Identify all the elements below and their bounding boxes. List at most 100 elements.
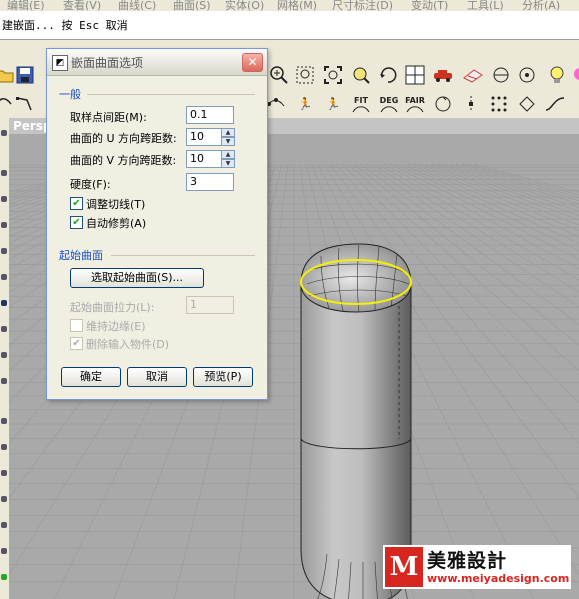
tool-icon[interactable] (1, 170, 7, 176)
start-surface-pull-label: 起始曲面拉力(L): (70, 301, 155, 314)
diamond-icon[interactable] (516, 93, 538, 115)
car-icon[interactable] (432, 64, 454, 86)
deg-button[interactable]: DEG (378, 93, 400, 115)
sample-spacing-label: 取样点间距(M): (70, 111, 147, 124)
menu-surface[interactable]: 曲面(S) (173, 0, 211, 11)
delete-input-label: 删除输入物件(D) (86, 338, 170, 351)
start-surface-pull-input[interactable]: 1 (186, 296, 234, 314)
watermark-logo: M 美雅設計 www.meiyadesign.com (383, 545, 571, 589)
menu-dimension[interactable]: 尺寸标注(D) (332, 0, 393, 11)
tool-icon[interactable] (1, 130, 7, 136)
tool-icon[interactable] (1, 444, 7, 450)
adjust-tangency-checkbox[interactable]: ✔ 调整切线(T) (70, 197, 190, 211)
spin-up-icon[interactable]: ▲ (221, 128, 235, 137)
preserve-edges-checkbox[interactable]: 维持边缘(E) (70, 319, 190, 333)
stiffness-label: 硬度(F): (70, 178, 111, 191)
tool-icon[interactable] (1, 574, 7, 580)
menu-solid[interactable]: 实体(O) (225, 0, 264, 11)
menu-transform[interactable]: 变动(T) (411, 0, 448, 11)
snap-icon[interactable] (516, 64, 538, 86)
tool-icon[interactable] (1, 248, 7, 254)
menu-edit[interactable]: 编辑(E) (7, 0, 45, 11)
u-span-value[interactable]: 10 (186, 128, 222, 146)
spin-up-icon[interactable]: ▲ (221, 150, 235, 159)
app-icon: ◩ (52, 55, 68, 71)
delete-input-checkbox[interactable]: ✔ 删除输入物件(D) (70, 337, 190, 351)
curve-tool-icon[interactable] (0, 93, 14, 115)
zoom-dynamic-icon[interactable] (350, 64, 372, 86)
preserve-edges-label: 维持边缘(E) (86, 320, 146, 333)
tool-icon[interactable] (1, 274, 7, 280)
spin-down-icon[interactable]: ▼ (221, 159, 235, 168)
preview-button[interactable]: 预览(P) (193, 367, 253, 387)
blend-curve-icon[interactable] (544, 93, 566, 115)
checkmark-icon: ✔ (70, 216, 83, 229)
checkmark-icon: ✔ (70, 197, 83, 210)
rebuild-icon[interactable] (432, 93, 454, 115)
sample-spacing-input[interactable]: 0.1 (186, 106, 234, 124)
dialog-title: 嵌面曲面选项 (71, 56, 144, 70)
section-divider (87, 94, 255, 95)
zoom-window-icon[interactable] (268, 64, 290, 86)
zoom-extents-icon[interactable] (322, 64, 344, 86)
point-grid-icon[interactable] (488, 93, 510, 115)
v-span-spinner[interactable]: 10 ▲ ▼ (186, 150, 237, 168)
spin-down-icon[interactable]: ▼ (221, 137, 235, 146)
fair-label: FAIR (405, 95, 425, 105)
tool-icon[interactable] (1, 196, 7, 202)
checkbox-empty-icon (70, 319, 83, 332)
tool-icon[interactable] (1, 470, 7, 476)
tool-icon[interactable] (1, 326, 7, 332)
auto-trim-label: 自动修剪(A) (86, 217, 147, 230)
section-starting-surface-label: 起始曲面 (59, 249, 103, 262)
ok-button[interactable]: 确定 (61, 367, 121, 387)
tool-icon[interactable] (1, 522, 7, 528)
tool-icon[interactable] (1, 378, 7, 384)
logo-url: www.meiyadesign.com (427, 572, 570, 585)
section-general-label: 一般 (59, 88, 81, 101)
polyline-tool-icon[interactable] (14, 93, 36, 115)
target-icon[interactable] (490, 64, 512, 86)
tool-icon[interactable] (1, 418, 7, 424)
select-start-surface-button[interactable]: 选取起始曲面(S)... (70, 268, 204, 288)
menu-view[interactable]: 查看(V) (63, 0, 101, 11)
tool-icon[interactable] (1, 222, 7, 228)
section-divider (111, 255, 255, 256)
zoom-selected-icon[interactable] (294, 64, 316, 86)
fit-label: FIT (354, 95, 368, 105)
fit-button[interactable]: FIT (350, 93, 372, 115)
auto-trim-checkbox[interactable]: ✔ 自动修剪(A) (70, 216, 190, 230)
v-span-label: 曲面的 V 方向跨距数: (70, 154, 177, 167)
command-prompt[interactable]: 建嵌面... 按 Esc 取消 (0, 11, 579, 40)
stiffness-input[interactable]: 3 (186, 173, 234, 191)
menu-tools[interactable]: 工具(L) (467, 0, 504, 11)
person-tool-icon[interactable]: 🏃 (294, 93, 316, 115)
menu-curve[interactable]: 曲线(C) (118, 0, 156, 11)
fair-button[interactable]: FAIR (404, 93, 426, 115)
cancel-button[interactable]: 取消 (127, 367, 187, 387)
checkmark-icon: ✔ (70, 337, 83, 350)
insert-knot-icon[interactable] (460, 93, 482, 115)
logo-mark: M (385, 547, 423, 587)
menu-mesh[interactable]: 网格(M) (277, 0, 317, 11)
v-span-value[interactable]: 10 (186, 150, 222, 168)
lightbulb-icon[interactable] (546, 64, 568, 86)
tool-icon[interactable] (1, 548, 7, 554)
close-button[interactable]: ✕ (242, 53, 263, 72)
save-icon[interactable] (14, 64, 36, 86)
rotate-view-icon[interactable] (377, 64, 399, 86)
tool-icon[interactable] (1, 496, 7, 502)
dialog-title-bar[interactable]: ◩ 嵌面曲面选项 ✕ (47, 49, 267, 76)
shaded-plane-icon[interactable] (462, 64, 484, 86)
person-gear-icon[interactable]: 🏃 (322, 93, 344, 115)
deg-label: DEG (379, 95, 399, 105)
command-prompt-text: 建嵌面... 按 Esc 取消 (2, 19, 128, 32)
render-icon[interactable] (566, 64, 579, 86)
logo-name: 美雅設計 (427, 550, 508, 572)
u-span-spinner[interactable]: 10 ▲ ▼ (186, 128, 237, 146)
tool-icon[interactable] (1, 352, 7, 358)
tool-icon[interactable] (1, 300, 7, 306)
menu-analyze[interactable]: 分析(A) (522, 0, 560, 11)
u-span-label: 曲面的 U 方向跨距数: (70, 132, 177, 145)
four-viewports-icon[interactable] (404, 64, 426, 86)
